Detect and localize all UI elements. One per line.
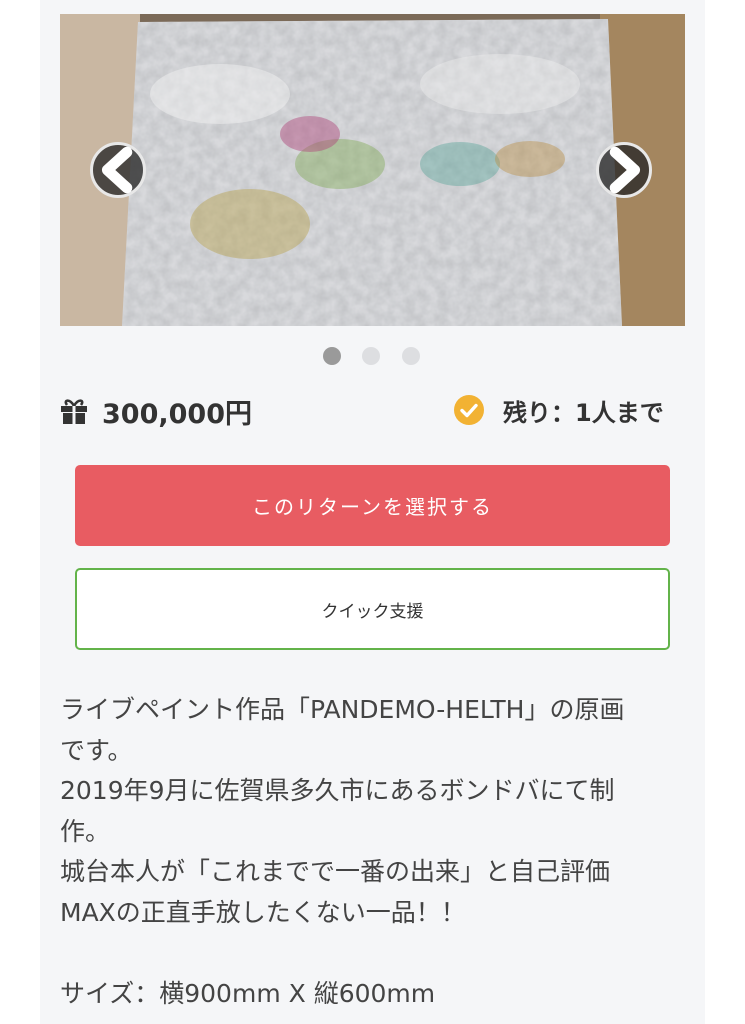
artwork-size: サイズ：横900mm X 縦600mm xyxy=(60,979,436,1008)
carousel-prev-button[interactable] xyxy=(90,142,146,198)
gift-icon xyxy=(61,399,87,424)
price-row: 300,000円 残り：1人まで xyxy=(60,390,685,434)
check-circle-icon xyxy=(454,395,484,425)
description-line: 2019年9月に佐賀県多久市にあるボンドバにて制 xyxy=(60,776,615,805)
description-line: MAXの正直手放したくない一品！！ xyxy=(60,897,466,927)
carousel-dot-2[interactable] xyxy=(362,347,380,365)
remaining-stock: 残り：1人まで xyxy=(503,399,664,427)
carousel-indicators xyxy=(40,347,705,367)
image-carousel[interactable] xyxy=(60,14,685,326)
description-line: ライブペイント作品「PANDEMO-HELTH」の原画 xyxy=(60,695,625,724)
chevron-right-icon xyxy=(609,146,641,194)
description-line: 城台本人が「これまでで一番の出来」と自己評価 xyxy=(60,857,611,886)
reward-price: 300,000円 xyxy=(102,399,252,430)
description-line: です。 xyxy=(60,735,133,765)
select-reward-button[interactable]: このリターンを選択する xyxy=(75,465,670,546)
description-line: 作。 xyxy=(60,816,111,846)
carousel-dot-1[interactable] xyxy=(323,347,341,365)
painting-image xyxy=(60,14,685,326)
reward-description: ライブペイント作品「PANDEMO-HELTH」の原画 です。 2019年9月に… xyxy=(60,690,685,1015)
carousel-dot-3[interactable] xyxy=(402,347,420,365)
reward-card: 300,000円 残り：1人まで このリターンを選択する クイック支援 ライブペ… xyxy=(40,0,705,1024)
chevron-left-icon xyxy=(101,146,133,194)
carousel-next-button[interactable] xyxy=(596,142,652,198)
quick-support-button[interactable]: クイック支援 xyxy=(75,568,670,650)
